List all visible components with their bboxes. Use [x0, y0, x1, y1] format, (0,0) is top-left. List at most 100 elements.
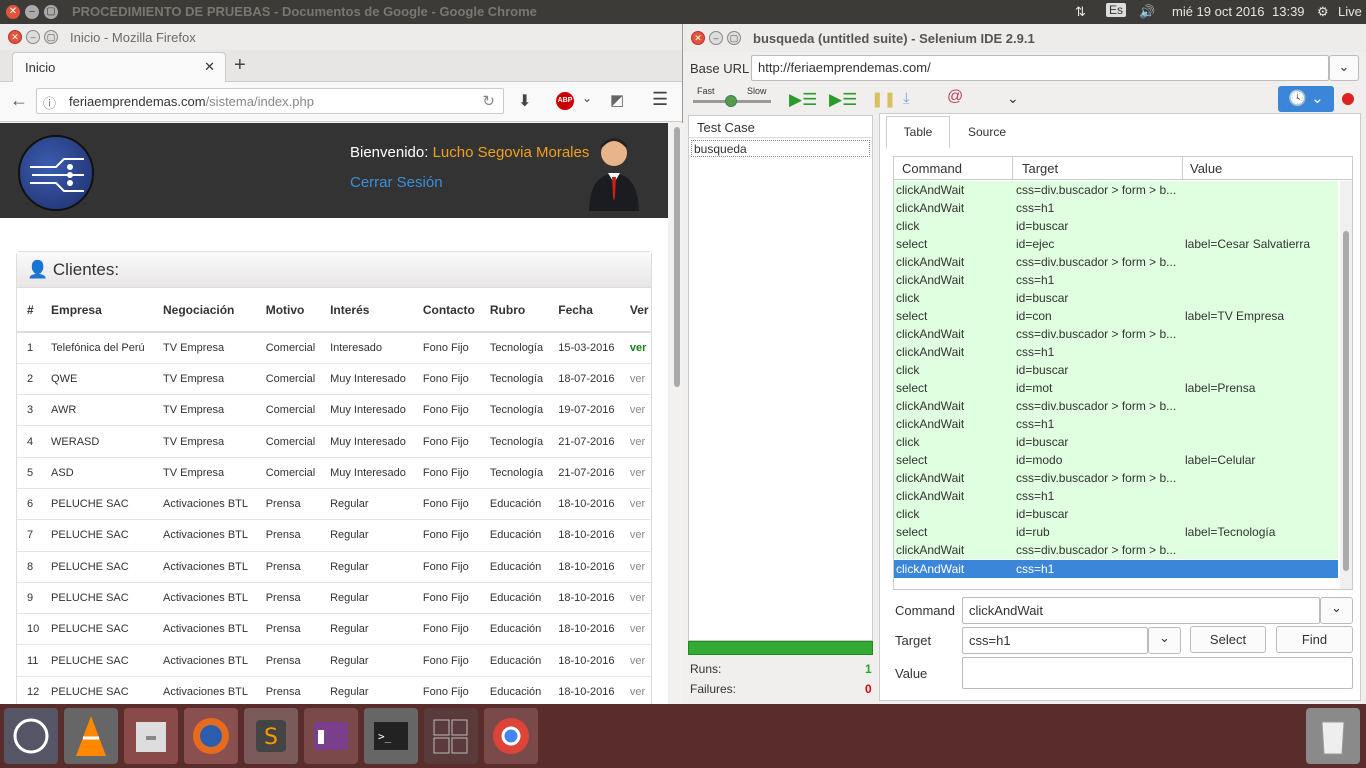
testcase-item[interactable]: busqueda [691, 140, 870, 157]
play-suite-icon[interactable]: ▶☰ [789, 90, 817, 110]
chevron-down-icon[interactable]: ⌄ [582, 91, 592, 105]
ver-link[interactable]: ver [619, 487, 651, 520]
menu-icon[interactable]: ☰ [652, 89, 668, 110]
app-icon[interactable] [304, 708, 358, 764]
command-row[interactable]: select id=mot label=Prensa [894, 379, 1338, 397]
command-row[interactable]: select id=rub label=Tecnología [894, 523, 1338, 541]
extension-icon[interactable]: ◩ [610, 91, 624, 109]
command-row[interactable]: clickAndWait css=h1 [894, 343, 1338, 361]
ver-link[interactable]: ver [619, 644, 651, 677]
logout-link[interactable]: Cerrar Sesión [350, 174, 443, 191]
back-icon[interactable]: ← [10, 90, 28, 111]
close-icon[interactable]: ✕ [6, 5, 20, 19]
command-row[interactable]: clickAndWait css=div.buscador > form > b.… [894, 469, 1338, 487]
reload-icon[interactable]: ↻ [482, 92, 495, 110]
target-input[interactable]: css=h1 [962, 627, 1148, 654]
ver-link[interactable]: ver [619, 394, 651, 426]
tab-source[interactable]: Source [968, 125, 1006, 139]
command-row[interactable]: clickAndWait css=h1 [894, 487, 1338, 505]
command-row[interactable]: clickAndWait css=h1 [894, 199, 1338, 217]
command-row[interactable]: click id=buscar [894, 505, 1338, 523]
command-row[interactable]: clickAndWait css=div.buscador > form > b.… [894, 253, 1338, 271]
url-bar[interactable]: ⓘ feriaemprendemas.com/sistema/index.php… [36, 88, 504, 114]
ver-link[interactable]: ver [619, 362, 651, 395]
ubuntu-icon[interactable] [4, 708, 58, 764]
adblock-icon[interactable]: ABP [556, 92, 574, 110]
command-row[interactable]: select id=modo label=Celular [894, 451, 1338, 469]
info-icon[interactable]: ⓘ [43, 93, 56, 112]
command-input[interactable]: clickAndWait [962, 597, 1320, 624]
minimize-icon[interactable]: – [25, 5, 39, 19]
command-row[interactable]: clickAndWait css=div.buscador > form > b.… [894, 397, 1338, 415]
failures-label: Failures: [690, 682, 737, 696]
chevron-down-icon[interactable]: ⌄ [1148, 627, 1181, 654]
ver-link[interactable]: ver [619, 519, 651, 552]
speed-slider-handle[interactable] [725, 95, 737, 107]
scroll-thumb[interactable] [1343, 231, 1349, 571]
network-icon[interactable]: ⇅ [1075, 4, 1086, 20]
command-row[interactable]: click id=buscar [894, 361, 1338, 379]
date-display[interactable]: mié 19 oct 2016 [1172, 4, 1265, 19]
pause-icon[interactable]: ❚❚ [871, 90, 896, 108]
volume-icon[interactable]: 🔊 [1139, 4, 1155, 20]
command-row[interactable]: click id=buscar [894, 289, 1338, 307]
minimize-icon[interactable]: – [709, 31, 723, 45]
command-row[interactable]: clickAndWait css=div.buscador > form > b.… [894, 325, 1338, 343]
chevron-down-icon[interactable]: ⌄ [1007, 90, 1019, 107]
ver-link[interactable]: ver [619, 331, 651, 364]
time-display[interactable]: 13:39 [1272, 4, 1305, 19]
command-row[interactable]: clickAndWait css=div.buscador > form > b.… [894, 541, 1338, 559]
keyboard-indicator[interactable]: Es [1106, 3, 1127, 17]
value-input[interactable] [962, 657, 1353, 689]
vlc-icon[interactable] [64, 708, 118, 764]
ver-link[interactable]: ver [619, 456, 651, 489]
page-scrollbar[interactable] [671, 123, 683, 704]
tab-table[interactable]: Table [886, 116, 950, 148]
play-test-icon[interactable]: ▶☰ [829, 90, 857, 110]
close-icon[interactable]: ✕ [691, 31, 705, 45]
chevron-down-icon[interactable]: ⌄ [1329, 55, 1359, 81]
step-icon[interactable]: ⤓ [903, 90, 910, 107]
ver-link[interactable]: ver [619, 550, 651, 583]
maximize-icon[interactable]: ▢ [44, 5, 58, 19]
chrome-icon[interactable] [484, 708, 538, 764]
find-button[interactable]: Find [1276, 626, 1353, 653]
chevron-down-icon[interactable]: ⌄ [1320, 597, 1353, 624]
table-cell: Fono Fijo [412, 581, 480, 614]
firefox-icon[interactable] [184, 708, 238, 764]
workspaces-icon[interactable] [424, 708, 478, 764]
close-icon[interactable]: ✕ [8, 30, 22, 44]
scroll-thumb[interactable] [674, 127, 680, 387]
ver-link[interactable]: ver [619, 613, 651, 645]
sublime-icon[interactable]: S [244, 708, 298, 764]
command-row[interactable]: select id=ejec label=Cesar Salvatierra [894, 235, 1338, 253]
maximize-icon[interactable]: ▢ [727, 31, 741, 45]
record-button[interactable] [1342, 93, 1354, 105]
maximize-icon[interactable]: ▢ [44, 30, 58, 44]
command-row[interactable]: clickAndWait css=div.buscador > form > b.… [894, 181, 1338, 199]
command-row[interactable]: clickAndWait css=h1 [894, 271, 1338, 289]
select-button[interactable]: Select [1190, 626, 1266, 653]
gear-icon[interactable]: ⚙ [1317, 4, 1329, 20]
rollup-icon[interactable]: @ [947, 88, 963, 106]
command-row[interactable]: clickAndWait css=h1 [894, 415, 1338, 433]
files-icon[interactable] [124, 708, 178, 764]
new-tab-icon[interactable]: + [234, 54, 246, 77]
download-icon[interactable]: ⬇ [518, 91, 531, 111]
minimize-icon[interactable]: – [26, 30, 40, 44]
command-row[interactable]: select id=con label=TV Empresa [894, 307, 1338, 325]
close-tab-icon[interactable]: ✕ [204, 59, 215, 75]
command-row[interactable]: click id=buscar [894, 433, 1338, 451]
tab-inicio[interactable]: Inicio ✕ [12, 52, 226, 82]
ver-link[interactable]: ver [619, 425, 651, 458]
trash-icon[interactable] [1306, 708, 1360, 764]
scheduler-button[interactable]: 🕓 ⌄ [1278, 86, 1334, 112]
base-url-input[interactable]: http://feriaemprendemas.com/ [751, 55, 1329, 81]
command-row[interactable]: click id=buscar [894, 217, 1338, 235]
grid-scrollbar[interactable] [1340, 181, 1352, 589]
session-label[interactable]: Live [1338, 4, 1362, 19]
terminal-icon[interactable]: >_ [364, 708, 418, 764]
ver-link[interactable]: ver [619, 581, 651, 614]
ver-link[interactable]: ver [619, 675, 651, 704]
command-row[interactable]: clickAndWait css=h1 [894, 560, 1338, 578]
